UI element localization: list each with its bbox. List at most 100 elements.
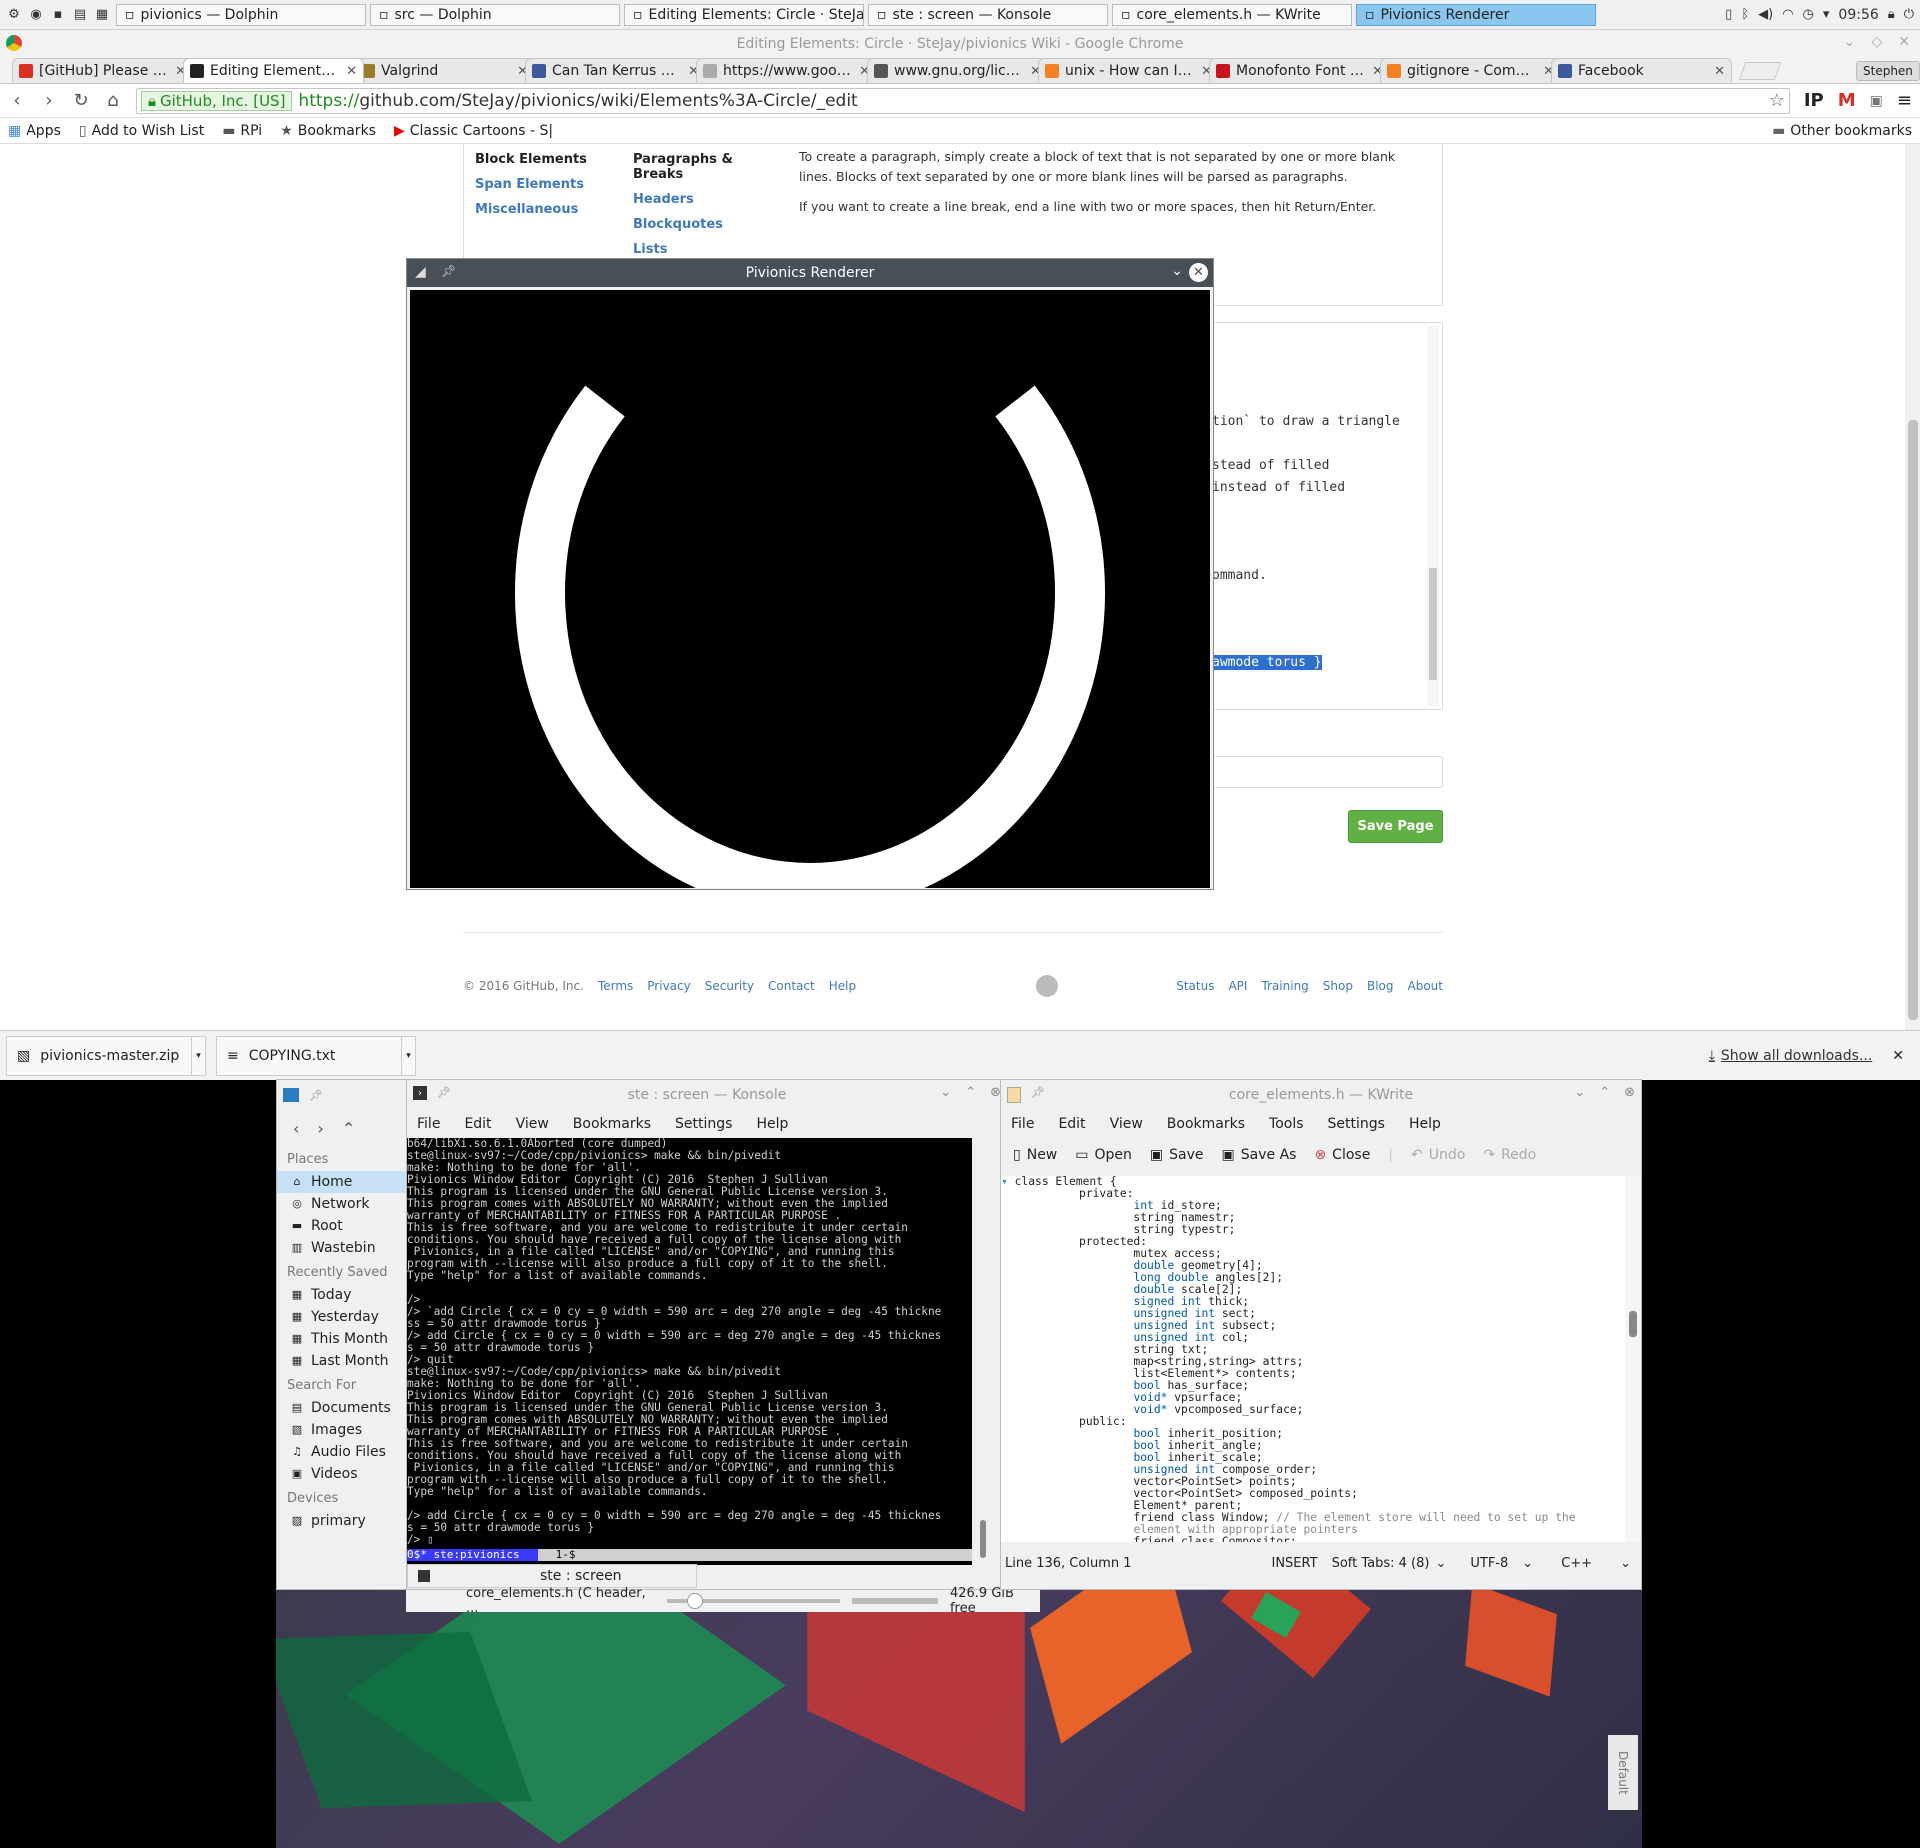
screen-window-other[interactable]: 1-$: [538, 1549, 576, 1561]
close-tab-icon[interactable]: ✕: [1714, 64, 1725, 79]
pin-icon[interactable]: 📌︎: [441, 264, 456, 278]
editor-scrollbar[interactable]: [1625, 1176, 1641, 1542]
pin-icon[interactable]: 📌︎: [309, 1089, 323, 1102]
toolbar-button[interactable]: ↷ Redo: [1483, 1147, 1536, 1163]
md-col1-head[interactable]: Block Elements: [475, 152, 620, 167]
code-editor[interactable]: ▾ class Element { private: int id_store;…: [1001, 1176, 1627, 1542]
places-item[interactable]: ▬ Root: [277, 1215, 407, 1237]
toolbar-button[interactable]: ▣ Save As: [1222, 1147, 1297, 1163]
clock[interactable]: 09:56: [1838, 7, 1878, 23]
github-octocat-icon[interactable]: [1036, 975, 1059, 997]
footer-link[interactable]: Privacy: [647, 979, 690, 993]
clipboard-icon[interactable]: ▯: [1725, 7, 1732, 22]
pivionics-renderer-window[interactable]: ◢ 📌︎ Pivionics Renderer ⌄ ✕: [406, 258, 1214, 913]
places-item[interactable]: ♫ Audio Files: [277, 1441, 407, 1463]
browser-tab[interactable]: unix - How can I repla✕: [1038, 58, 1219, 83]
chevron-down-icon[interactable]: ▾: [401, 1036, 415, 1075]
places-item[interactable]: ▦ Last Month: [277, 1350, 407, 1372]
browser-tab[interactable]: [GitHub] Please verify✕: [12, 58, 193, 83]
edit-message-input[interactable]: [1210, 756, 1443, 788]
download-item[interactable]: ≡ COPYING.txt ▾: [216, 1035, 416, 1076]
minimize-icon[interactable]: ⌄: [1171, 263, 1183, 279]
menu-item[interactable]: Tools: [1269, 1116, 1304, 1132]
encoding-setting[interactable]: UTF-8: [1470, 1556, 1508, 1571]
menu-item[interactable]: Bookmarks: [573, 1116, 651, 1132]
menu-item[interactable]: View: [1110, 1116, 1143, 1132]
menu-item[interactable]: Settings: [1328, 1116, 1385, 1132]
other-bookmarks[interactable]: ▬ Other bookmarks: [1772, 123, 1912, 139]
zoom-slider-handle[interactable]: [686, 1593, 703, 1609]
bookmark-item[interactable]: ▬ RPi: [222, 123, 262, 139]
taskbar-task[interactable]: ▫ ste : screen — Konsole: [868, 3, 1108, 26]
chrome-menu-icon[interactable]: ≡: [1897, 90, 1912, 111]
browser-tab[interactable]: Editing Elements: Circ ✕: [183, 58, 364, 83]
menu-item[interactable]: Bookmarks: [1167, 1116, 1245, 1132]
footer-link[interactable]: Security: [705, 979, 754, 993]
extension-icon[interactable]: ▣: [1870, 93, 1883, 109]
menu-item[interactable]: Settings: [675, 1116, 732, 1132]
menu-item[interactable]: File: [417, 1116, 440, 1132]
bookmark-item[interactable]: ★ Bookmarks: [280, 123, 376, 139]
bookmark-item[interactable]: ▶ Classic Cartoons - S|: [394, 123, 553, 139]
browser-tab[interactable]: Valgrind ✕: [354, 58, 535, 83]
cursor-position[interactable]: Line 136, Column 1: [1005, 1556, 1132, 1571]
browser-tab[interactable]: Monofonto Font | da ✕: [1209, 58, 1390, 83]
browser-tab[interactable]: gitignore - Commit e✕: [1380, 58, 1561, 83]
footer-link[interactable]: Status: [1176, 979, 1214, 993]
close-icon[interactable]: ✕: [1898, 34, 1910, 50]
footer-link[interactable]: Contact: [768, 979, 815, 993]
browser-tab[interactable]: www.gnu.org/license✕: [867, 58, 1048, 83]
minimize-icon[interactable]: ⌄: [1844, 34, 1856, 50]
updates-icon[interactable]: ◷: [1803, 7, 1814, 22]
editor-scrollbar-thumb[interactable]: [1629, 1311, 1637, 1337]
volume-icon[interactable]: ◀): [1758, 7, 1773, 22]
footer-link[interactable]: API: [1228, 979, 1247, 993]
terminal-scrollbar-thumb[interactable]: [980, 1520, 986, 1558]
renderer-title-bar[interactable]: ◢ 📌︎ Pivionics Renderer ⌄ ✕: [407, 259, 1213, 287]
konsole-window[interactable]: › 📌︎ ste : screen — Konsole ⌄ ⌃ ⊗ File Ed…: [406, 1079, 1008, 1590]
minimize-icon[interactable]: ⌄: [1574, 1085, 1585, 1100]
taskbar-task[interactable]: ▫ src — Dolphin: [370, 3, 620, 26]
md-help-link[interactable]: Miscellaneous: [475, 202, 620, 217]
bookmark-item[interactable]: ▦ Apps: [8, 123, 61, 139]
input-mode[interactable]: INSERT: [1272, 1556, 1318, 1571]
toolbar-button[interactable]: ▭ Open: [1075, 1147, 1132, 1163]
footer-link[interactable]: Terms: [598, 979, 633, 993]
toolbar-button[interactable]: ↶ Undo: [1411, 1147, 1465, 1163]
footer-link[interactable]: Training: [1261, 979, 1308, 993]
footer-link[interactable]: Help: [829, 979, 856, 993]
toolbar-button[interactable]: ⊗ Close: [1314, 1147, 1370, 1163]
back-icon[interactable]: ‹: [8, 90, 26, 111]
menu-item[interactable]: View: [516, 1116, 549, 1132]
taskbar-task[interactable]: ▫ Editing Elements: Circle · SteJay/piv: [624, 3, 864, 26]
close-icon[interactable]: ✕: [1189, 263, 1208, 282]
places-item[interactable]: ◎ Network: [277, 1193, 407, 1215]
minimize-icon[interactable]: ⌄: [940, 1085, 951, 1100]
power-icon[interactable]: ⏻: [1904, 7, 1914, 22]
terminal-scrollbar[interactable]: [978, 1140, 988, 1565]
places-item[interactable]: ▨ Images: [277, 1419, 407, 1441]
ip-extension-icon[interactable]: IP: [1804, 90, 1824, 111]
tray-expand-icon[interactable]: ▾: [1823, 7, 1830, 22]
close-icon[interactable]: ⊗: [1624, 1085, 1635, 1100]
terminal-launcher-icon[interactable]: ▪: [50, 7, 66, 23]
md-help-link[interactable]: Blockquotes: [633, 217, 783, 232]
terminal-output[interactable]: b64/libXi.so.6.1.0Aborted (core dumped) s…: [407, 1138, 972, 1565]
zoom-slider[interactable]: [666, 1593, 840, 1609]
md-help-link[interactable]: Headers: [633, 192, 783, 207]
chrome-launcher-icon[interactable]: ◉: [28, 7, 44, 23]
settings-gear-icon[interactable]: ⚙: [6, 7, 22, 23]
security-badge[interactable]: 🔒︎ GitHub, Inc. [US]: [141, 90, 293, 111]
footer-link[interactable]: Blog: [1367, 979, 1394, 993]
browser-tab[interactable]: Can Tan Kerrus Hunt ✕: [525, 58, 706, 83]
editor-scrollbar-thumb[interactable]: [1429, 568, 1437, 680]
back-icon[interactable]: ‹: [293, 1119, 299, 1138]
maximize-icon[interactable]: ⌃: [1599, 1085, 1610, 1100]
bookmark-item[interactable]: ▯ Add to Wish List: [79, 123, 204, 139]
footer-link[interactable]: Shop: [1323, 979, 1353, 993]
profile-button[interactable]: Stephen: [1856, 61, 1920, 81]
md-col2-head[interactable]: Paragraphs & Breaks: [633, 152, 783, 182]
maximize-icon[interactable]: ⌃: [965, 1085, 976, 1100]
indentation-setting[interactable]: Soft Tabs: 4 (8): [1332, 1556, 1430, 1571]
pin-icon[interactable]: 📌︎: [1031, 1086, 1045, 1099]
